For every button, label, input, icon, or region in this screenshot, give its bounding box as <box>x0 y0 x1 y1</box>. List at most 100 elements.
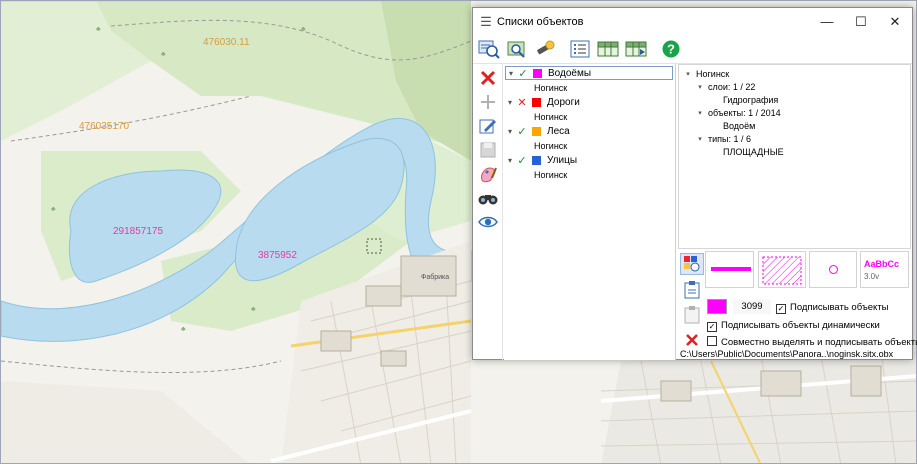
svg-text:♣: ♣ <box>251 306 256 313</box>
tree-layers-label: слои: 1 / 22 <box>708 81 756 92</box>
flashlight-icon[interactable] <box>532 38 557 61</box>
label-dynamic-row[interactable]: ✓ Подписывать объекты динамически <box>707 320 880 332</box>
maximize-button[interactable]: ☐ <box>844 8 878 35</box>
chevron-down-icon[interactable]: ▾ <box>504 127 516 136</box>
map-label-height-1: 476030.11 <box>203 37 250 48</box>
svg-text:♣: ♣ <box>181 326 186 333</box>
svg-text:♣: ♣ <box>96 26 101 33</box>
tree-node-objects[interactable]: ▾ объекты: 1 / 2014 <box>679 106 910 119</box>
object-lists-window: ☰ Списки объектов — ☐ ✕ ? ▾ ✓ Водоёмы Но… <box>472 7 917 360</box>
title-bar[interactable]: ☰ Списки объектов — ☐ ✕ <box>473 8 912 35</box>
search-layers-icon[interactable] <box>504 38 529 61</box>
number-field[interactable]: 3099 <box>733 300 771 314</box>
svg-text:?: ? <box>667 42 675 57</box>
save-icon[interactable] <box>473 138 503 162</box>
tree-root[interactable]: ▾ Ногинск <box>679 67 910 80</box>
text-sample: AaBbCc <box>864 259 900 269</box>
chevron-down-icon[interactable]: ▾ <box>505 69 517 78</box>
list-item-sub[interactable]: Ногинск <box>504 167 675 182</box>
hatch-style-preview[interactable] <box>758 251 806 288</box>
check-icon[interactable]: ✓ <box>516 154 528 167</box>
legend-icon[interactable] <box>680 253 704 275</box>
map-label-lake-2: 3875952 <box>258 250 297 261</box>
chevron-down-icon[interactable]: ▾ <box>683 70 693 78</box>
color-swatch <box>532 155 541 165</box>
check-icon[interactable]: ✓ <box>517 67 529 80</box>
minimize-button[interactable]: — <box>810 8 844 35</box>
tree-leaf[interactable]: Водоём <box>679 119 910 132</box>
list-item-sub[interactable]: Ногинск <box>504 80 675 95</box>
list-icon: ☰ <box>480 13 492 29</box>
point-style-preview[interactable] <box>809 251 857 288</box>
label-dynamic-checkbox[interactable]: ✓ <box>707 322 717 332</box>
clipboard-icon[interactable] <box>680 279 704 301</box>
side-toolbar <box>473 64 503 360</box>
add-icon[interactable] <box>473 90 503 114</box>
tree-root-label: Ногинск <box>696 68 730 79</box>
color-icon[interactable] <box>473 162 503 186</box>
color-swatch <box>533 68 542 78</box>
selection-tree: ▾ Ногинск ▾ слои: 1 / 22 Гидрография ▾ о… <box>678 64 911 249</box>
text-style-preview[interactable]: AaBbCc 3.0v <box>860 251 909 288</box>
label-dynamic-label: Подписывать объекты динамически <box>721 320 880 331</box>
select-label-checkbox[interactable] <box>707 336 717 346</box>
list-item-sub[interactable]: Ногинск <box>504 109 675 124</box>
select-label-row[interactable]: Совместно выделять и подписывать объекты <box>707 336 917 348</box>
window-title: Списки объектов <box>497 15 584 28</box>
toolbar: ? <box>473 35 912 64</box>
search-map-icon[interactable] <box>476 38 501 61</box>
chevron-down-icon[interactable]: ▾ <box>504 156 516 165</box>
check-icon[interactable]: ✓ <box>516 125 528 138</box>
help-icon[interactable]: ? <box>658 38 683 61</box>
chevron-down-icon[interactable]: ▾ <box>695 135 705 143</box>
style-panel: AaBbCc 3.0v 3099 ✓ Подписывать объекты ✓ П… <box>678 249 917 360</box>
text-size: 3.0v <box>864 272 880 281</box>
list-item-label: Водоёмы <box>548 67 592 79</box>
map-label-lake-1: 291857175 <box>113 226 164 237</box>
eye-icon[interactable] <box>473 210 503 234</box>
list-item-label: Улицы <box>547 154 578 166</box>
edit-icon[interactable] <box>473 114 503 138</box>
tree-node-types[interactable]: ▾ типы: 1 / 6 <box>679 132 910 145</box>
chevron-down-icon[interactable]: ▾ <box>695 109 705 117</box>
paste-icon[interactable] <box>680 304 704 326</box>
file-path: C:\Users\Public\Documents\Panora..\nogin… <box>680 349 894 359</box>
list-item-label: Леса <box>547 125 570 137</box>
list-item-streets[interactable]: ▾ ✓ Улицы <box>504 153 675 167</box>
label-objects-checkbox[interactable]: ✓ <box>776 304 786 314</box>
map-label-height-2: 476035170 <box>79 121 130 132</box>
map-label-building: Фабрика <box>421 274 450 281</box>
table-import-icon[interactable] <box>623 38 648 61</box>
table-export-icon[interactable] <box>595 38 620 61</box>
list-item-roads[interactable]: ▾ ✕ Дороги <box>504 95 675 109</box>
binoculars-icon[interactable] <box>473 186 503 210</box>
chevron-down-icon[interactable]: ▾ <box>695 83 705 91</box>
number-value: 3099 <box>741 301 763 312</box>
color-swatch <box>532 97 541 107</box>
svg-text:♣: ♣ <box>51 206 56 213</box>
color-picker[interactable] <box>707 299 727 314</box>
object-lists-panel: ▾ ✓ Водоёмы Ногинск ▾ ✕ Дороги Ногинск ▾… <box>504 64 676 360</box>
tree-leaf[interactable]: Гидрография <box>679 93 910 106</box>
tree-node-layers[interactable]: ▾ слои: 1 / 22 <box>679 80 910 93</box>
tree-types-label: типы: 1 / 6 <box>708 133 752 144</box>
list-item-waterbodies[interactable]: ▾ ✓ Водоёмы <box>505 66 673 80</box>
list-item-sub[interactable]: Ногинск <box>504 138 675 153</box>
close-button[interactable]: ✕ <box>878 8 912 35</box>
chevron-down-icon[interactable]: ▾ <box>504 98 516 107</box>
tree-objects-label: объекты: 1 / 2014 <box>708 107 781 118</box>
tree-leaf[interactable]: ПЛОЩАДНЫЕ <box>679 145 910 158</box>
svg-text:♣: ♣ <box>161 51 166 58</box>
remove-style-icon[interactable] <box>680 329 704 351</box>
line-style-preview[interactable] <box>705 251 754 288</box>
cross-icon[interactable]: ✕ <box>516 96 528 109</box>
list-view-icon[interactable] <box>567 38 592 61</box>
svg-text:♣: ♣ <box>301 26 306 33</box>
delete-icon[interactable] <box>473 66 503 90</box>
list-item-forests[interactable]: ▾ ✓ Леса <box>504 124 675 138</box>
color-swatch <box>532 126 541 136</box>
label-objects-label: Подписывать объекты <box>790 302 889 313</box>
list-item-label: Дороги <box>547 96 580 108</box>
label-objects-row[interactable]: ✓ Подписывать объекты <box>776 302 889 314</box>
select-label-label: Совместно выделять и подписывать объекты <box>721 337 917 348</box>
